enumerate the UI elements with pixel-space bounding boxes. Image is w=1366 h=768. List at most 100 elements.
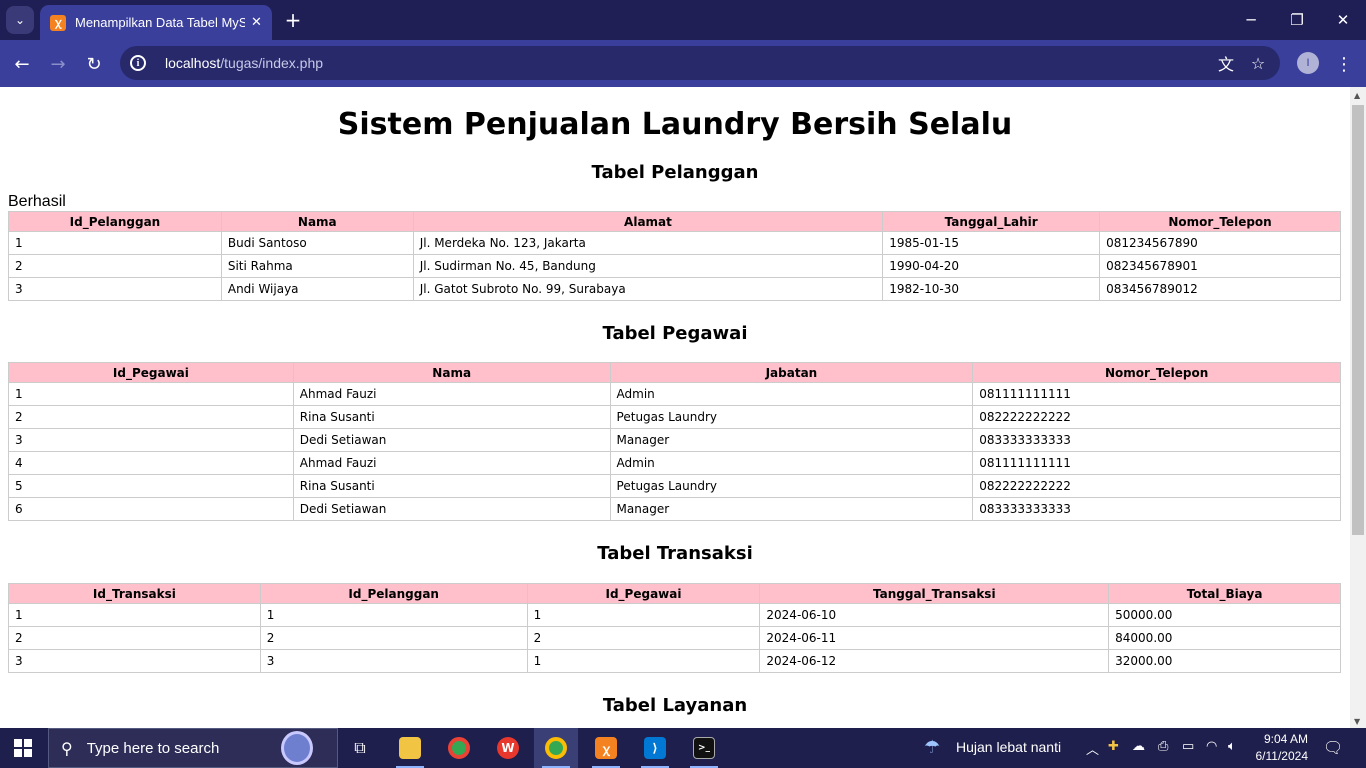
- pelanggan-table: Id_Pelanggan Nama Alamat Tanggal_Lahir Nomor…: [8, 211, 1341, 301]
- column-header: Total_Biaya: [1108, 583, 1341, 604]
- xampp-favicon-icon: ꭓ: [50, 14, 66, 31]
- new-tab-plus-icon[interactable]: +: [282, 8, 304, 32]
- table-cell: 2: [8, 254, 222, 278]
- weather-text[interactable]: Hujan lebat nanti: [956, 739, 1061, 755]
- table-cell: 3: [8, 277, 222, 301]
- profile-avatar[interactable]: I: [1297, 52, 1319, 74]
- alarm-clock-widget-icon[interactable]: [281, 731, 313, 765]
- table-row: 3 Andi Wijaya Jl. Gatot Subroto No. 99, Su…: [8, 277, 1341, 301]
- scroll-up-arrow-icon[interactable]: ▲: [1354, 91, 1360, 100]
- browser-tab-active[interactable]: ꭓ Menampilkan Data Tabel MySQL ✕: [40, 5, 272, 40]
- file-explorer-icon[interactable]: [388, 728, 432, 768]
- table-row: 1 Budi Santoso Jl. Merdeka No. 123, Jakart…: [8, 231, 1341, 255]
- table-cell: Manager: [609, 497, 974, 521]
- site-info-icon[interactable]: i: [130, 55, 146, 71]
- table-row: 1 1 1 2024-06-10 50000.00: [8, 603, 1341, 627]
- browser-toolbar: ← → ↻ i localhost/tugas/index.php 文 ☆ I …: [0, 40, 1366, 87]
- pegawai-table: Id_Pegawai Nama Jabatan Nomor_Telepon 1 Ahma…: [8, 362, 1341, 521]
- column-header: Nomor_Telepon: [972, 362, 1341, 383]
- table-cell: 082222222222: [972, 474, 1341, 498]
- wifi-icon[interactable]: ◠: [1206, 739, 1217, 754]
- table-cell: 083333333333: [972, 428, 1341, 452]
- xampp-icon[interactable]: ꭓ: [584, 728, 628, 768]
- table-cell: 2024-06-12: [759, 649, 1110, 673]
- meet-now-icon[interactable]: ⎙: [1158, 739, 1168, 754]
- table-cell: Dedi Setiawan: [292, 497, 611, 521]
- rain-umbrella-icon[interactable]: ☂: [924, 737, 940, 758]
- chrome-profile-icon[interactable]: [534, 728, 578, 768]
- table-cell: Manager: [609, 428, 974, 452]
- network-status-icon[interactable]: ✚: [1108, 739, 1119, 754]
- table-cell: 6: [8, 497, 294, 521]
- column-header: Id_Pegawai: [8, 362, 294, 383]
- translate-icon[interactable]: 文: [1215, 52, 1237, 74]
- notification-icon[interactable]: 🗨︎: [1323, 738, 1343, 757]
- table-cell: Petugas Laundry: [609, 474, 974, 498]
- scroll-down-arrow-icon[interactable]: ▼: [1354, 717, 1360, 726]
- table-cell: 081111111111: [972, 382, 1341, 406]
- vscode-icon[interactable]: ⟩: [633, 728, 677, 768]
- table-body: 1 1 1 2024-06-10 50000.00 2 2 2 2024-06-11 84000.…: [8, 603, 1341, 673]
- table-cell: 1: [8, 603, 261, 627]
- page-scrollbar[interactable]: ▲ ▼: [1350, 87, 1366, 728]
- table-cell: 082345678901: [1099, 254, 1341, 278]
- column-header: Jabatan: [609, 362, 974, 383]
- table-cell: 2: [526, 626, 761, 650]
- table-cell: Jl. Merdeka No. 123, Jakarta: [412, 231, 884, 255]
- table-cell: 1: [259, 603, 528, 627]
- table-cell: Jl. Gatot Subroto No. 99, Surabaya: [412, 277, 884, 301]
- table-body: 1 Ahmad Fauzi Admin 081111111111 2 Rina Susan…: [8, 382, 1341, 521]
- table-row: 1 Ahmad Fauzi Admin 081111111111: [8, 382, 1341, 406]
- table-row: 2 2 2 2024-06-11 84000.00: [8, 626, 1341, 650]
- table-cell: 1985-01-15: [882, 231, 1101, 255]
- table-cell: 3: [8, 649, 261, 673]
- table-cell: 2024-06-11: [759, 626, 1110, 650]
- table-cell: 2: [8, 626, 261, 650]
- close-icon[interactable]: ✕: [251, 15, 262, 30]
- window-close-icon[interactable]: ✕: [1328, 8, 1358, 32]
- reload-icon[interactable]: ↻: [81, 51, 107, 77]
- table-header-row: Id_Pegawai Nama Jabatan Nomor_Telepon: [8, 362, 1341, 383]
- browser-title-bar: ⌄ ꭓ Menampilkan Data Tabel MySQL ✕ + ─ ❐…: [0, 0, 1366, 40]
- kebab-menu-icon[interactable]: ⋮: [1334, 51, 1354, 77]
- column-header: Id_Pelanggan: [259, 583, 528, 604]
- windows-taskbar: ⚲ Type here to search ⧉ W ꭓ ⟩ >_ ☂ Hujan…: [0, 728, 1366, 768]
- table-row: 3 Dedi Setiawan Manager 083333333333: [8, 428, 1341, 452]
- arrow-right-icon[interactable]: →: [45, 51, 71, 77]
- table-cell: 5: [8, 474, 294, 498]
- table-cell: 2: [8, 405, 294, 429]
- speaker-icon[interactable]: 🔈︎: [1228, 739, 1236, 754]
- task-view-icon[interactable]: ⧉: [338, 728, 382, 768]
- battery-icon[interactable]: ▭: [1182, 739, 1194, 754]
- table-cell: 083456789012: [1099, 277, 1341, 301]
- table-cell: Siti Rahma: [220, 254, 414, 278]
- tab-search-button[interactable]: ⌄: [6, 6, 34, 34]
- address-bar[interactable]: i localhost/tugas/index.php 文 ☆: [120, 46, 1280, 80]
- chrome-icon[interactable]: [437, 728, 481, 768]
- table-cell: 1: [8, 382, 294, 406]
- page-viewport: Sistem Penjualan Laundry Bersih Selalu T…: [0, 87, 1350, 728]
- column-header: Alamat: [412, 211, 884, 232]
- chevron-up-icon[interactable]: ︿: [1086, 739, 1099, 758]
- onedrive-icon[interactable]: ☁: [1132, 739, 1145, 754]
- terminal-icon[interactable]: >_: [682, 728, 726, 768]
- scrollbar-thumb[interactable]: [1352, 105, 1364, 535]
- table-cell: Rina Susanti: [292, 405, 611, 429]
- table-cell: 1982-10-30: [882, 277, 1101, 301]
- url-text[interactable]: localhost/tugas/index.php: [165, 55, 323, 71]
- windows-start-icon[interactable]: [14, 739, 32, 757]
- table-cell: Ahmad Fauzi: [292, 382, 611, 406]
- taskbar-clock[interactable]: 9:04 AM 6/11/2024: [1248, 731, 1309, 765]
- table-cell: 32000.00: [1108, 649, 1341, 673]
- minimize-icon[interactable]: ─: [1236, 8, 1266, 32]
- wps-office-icon[interactable]: W: [486, 728, 530, 768]
- chevron-down-icon: ⌄: [14, 13, 26, 27]
- column-header: Nama: [220, 211, 414, 232]
- tab-title: Menampilkan Data Tabel MySQL: [75, 15, 245, 30]
- star-icon[interactable]: ☆: [1247, 52, 1269, 74]
- restore-icon[interactable]: ❐: [1282, 8, 1312, 32]
- table-cell: 082222222222: [972, 405, 1341, 429]
- arrow-left-icon[interactable]: ←: [9, 51, 35, 77]
- table-cell: 1: [526, 649, 761, 673]
- table-cell: 081234567890: [1099, 231, 1341, 255]
